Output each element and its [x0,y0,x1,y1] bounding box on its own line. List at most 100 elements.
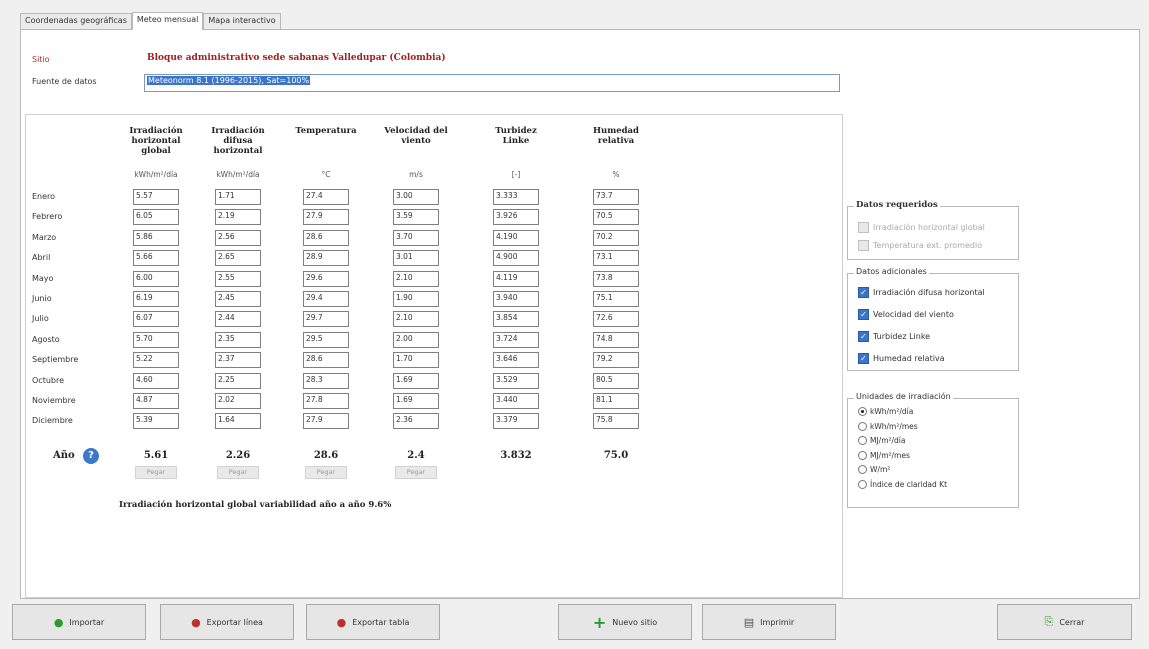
value-cell[interactable]: 3.926 [493,209,539,226]
value-cell[interactable]: 2.55 [215,270,261,287]
value-cell[interactable]: 1.64 [215,413,261,430]
radio-icon[interactable] [858,450,867,460]
value-cell[interactable]: 4.190 [493,229,539,246]
value-cell[interactable]: 2.25 [215,372,261,389]
value-cell[interactable]: 2.02 [215,393,261,409]
checkbox-checked-icon[interactable]: ✓ [858,331,869,342]
value-cell[interactable]: 2.36 [393,413,439,430]
value-cell[interactable]: 4.119 [493,270,539,287]
check-linke-turbidity[interactable]: ✓ Turbidez Linke [858,331,930,342]
unit-option[interactable]: MJ/m²/día [858,436,906,445]
checkbox-checked-icon[interactable]: ✓ [858,353,869,364]
value-cell[interactable]: 3.440 [493,393,539,409]
tab-interactive-map[interactable]: Mapa interactivo [203,13,281,30]
value-cell[interactable]: 27.8 [303,393,349,409]
import-button[interactable]: ● Importar [12,604,146,640]
value-cell[interactable]: 5.22 [133,352,179,369]
value-cell[interactable]: 2.37 [215,352,261,369]
value-cell[interactable]: 2.10 [393,311,439,328]
value-cell[interactable]: 75.1 [593,291,639,307]
value-cell[interactable]: 29.4 [303,291,349,307]
value-cell[interactable]: 3.00 [393,189,439,205]
paste-button[interactable]: Pegar [395,466,437,479]
radio-icon[interactable] [858,479,867,489]
value-cell[interactable]: 1.90 [393,291,439,307]
value-cell[interactable]: 29.6 [303,270,349,287]
new-site-button[interactable]: + Nuevo sitio [558,604,692,640]
value-cell[interactable]: 27.9 [303,413,349,430]
value-cell[interactable]: 80.5 [593,372,639,389]
value-cell[interactable]: 29.7 [303,311,349,328]
source-field[interactable]: Meteonorm 8.1 (1996-2015), Sat=100% [144,74,840,92]
unit-option[interactable]: MJ/m²/mes [858,450,910,460]
checkbox-checked-icon[interactable]: ✓ [858,287,869,298]
print-button[interactable]: ▤ Imprimir [702,604,836,640]
value-cell[interactable]: 4.87 [133,393,179,409]
value-cell[interactable]: 6.07 [133,311,179,328]
value-cell[interactable]: 2.65 [215,250,261,267]
value-cell[interactable]: 3.854 [493,311,539,328]
check-diffuse-irradiation[interactable]: ✓ Irradiación difusa horizontal [858,287,985,298]
value-cell[interactable]: 70.2 [593,229,639,246]
value-cell[interactable]: 3.379 [493,413,539,430]
unit-option[interactable]: kWh/m²/día [858,407,913,416]
export-line-button[interactable]: ● Exportar línea [160,604,294,640]
radio-icon[interactable] [858,465,867,474]
value-cell[interactable]: 1.69 [393,372,439,389]
value-cell[interactable]: 3.940 [493,291,539,307]
radio-icon[interactable] [858,436,867,445]
radio-icon[interactable] [858,407,867,416]
value-cell[interactable]: 27.4 [303,189,349,205]
value-cell[interactable]: 73.7 [593,189,639,205]
value-cell[interactable]: 6.19 [133,291,179,307]
value-cell[interactable]: 79.2 [593,352,639,369]
help-icon[interactable]: ? [83,448,99,464]
value-cell[interactable]: 5.66 [133,250,179,267]
value-cell[interactable]: 28.6 [303,352,349,369]
paste-button[interactable]: Pegar [135,466,177,479]
value-cell[interactable]: 6.00 [133,270,179,287]
value-cell[interactable]: 4.900 [493,250,539,267]
value-cell[interactable]: 28.9 [303,250,349,267]
radio-icon[interactable] [858,421,867,431]
value-cell[interactable]: 2.44 [215,311,261,328]
value-cell[interactable]: 74.8 [593,331,639,348]
value-cell[interactable]: 29.5 [303,331,349,348]
value-cell[interactable]: 3.01 [393,250,439,267]
value-cell[interactable]: 4.60 [133,372,179,389]
value-cell[interactable]: 6.05 [133,209,179,226]
check-relative-humidity[interactable]: ✓ Humedad relativa [858,353,945,364]
value-cell[interactable]: 27.9 [303,209,349,226]
value-cell[interactable]: 72.6 [593,311,639,328]
unit-option[interactable]: kWh/m²/mes [858,421,918,431]
value-cell[interactable]: 5.86 [133,229,179,246]
value-cell[interactable]: 5.57 [133,189,179,205]
check-wind-speed[interactable]: ✓ Velocidad del viento [858,309,954,320]
value-cell[interactable]: 3.333 [493,189,539,205]
value-cell[interactable]: 1.70 [393,352,439,369]
value-cell[interactable]: 3.59 [393,209,439,226]
value-cell[interactable]: 5.70 [133,331,179,348]
value-cell[interactable]: 28.6 [303,229,349,246]
tab-monthly-meteo[interactable]: Meteo mensual [131,12,204,30]
value-cell[interactable]: 5.39 [133,413,179,430]
value-cell[interactable]: 73.1 [593,250,639,267]
value-cell[interactable]: 75.8 [593,413,639,430]
value-cell[interactable]: 2.45 [215,291,261,307]
export-table-button[interactable]: ● Exportar tabla [306,604,440,640]
unit-option[interactable]: W/m² [858,465,890,474]
value-cell[interactable]: 70.5 [593,209,639,226]
paste-button[interactable]: Pegar [217,466,259,479]
value-cell[interactable]: 3.529 [493,372,539,389]
value-cell[interactable]: 3.724 [493,331,539,348]
value-cell[interactable]: 81.1 [593,393,639,409]
value-cell[interactable]: 2.00 [393,331,439,348]
checkbox-checked-icon[interactable]: ✓ [858,309,869,320]
value-cell[interactable]: 2.56 [215,229,261,246]
paste-button[interactable]: Pegar [305,466,347,479]
value-cell[interactable]: 1.71 [215,189,261,205]
value-cell[interactable]: 1.69 [393,393,439,409]
value-cell[interactable]: 2.19 [215,209,261,226]
tab-geographic-coordinates[interactable]: Coordenadas geográficas [20,13,132,30]
value-cell[interactable]: 73.8 [593,270,639,287]
